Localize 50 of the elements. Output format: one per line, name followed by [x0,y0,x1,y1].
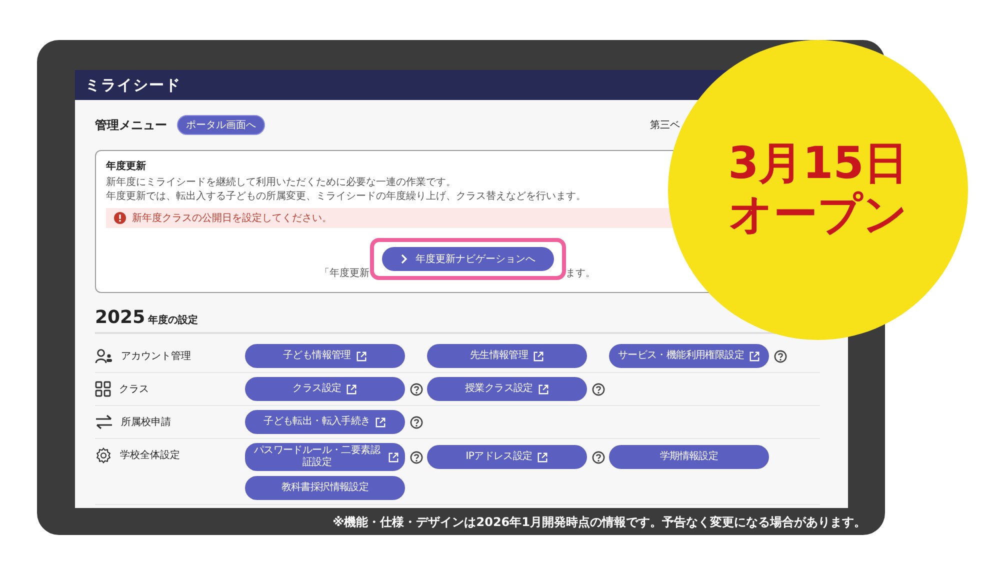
category-label: 所属校申請 [121,416,171,429]
help-icon[interactable] [410,416,423,428]
description-text: 新年度にミライシードを継続して利用いただくために必要な一連の作業です。 [106,176,457,190]
alert-icon [114,212,126,224]
external-link-icon [388,452,399,462]
swap-arrows-icon [95,414,113,430]
external-link-icon [346,384,358,394]
category-label: アカウント管理 [121,350,191,363]
disclaimer-text: ※機能・仕様・デザインは2026年1月開発時点の情報です。予告なく変更になる場合があります。 [332,514,866,531]
page-title: 管理メニュー [95,116,167,134]
section-title: 年度の設定 [148,313,198,327]
help-icon[interactable] [410,450,423,464]
users-icon [95,348,113,364]
external-link-icon [375,416,386,428]
settings-button[interactable]: 子ども情報管理 [245,344,405,368]
logo: ミライシード [85,76,181,94]
card-title: 年度更新 [106,159,147,173]
alert-text: 新年度クラスの公開日を設定してください。 [132,212,332,225]
school-name: 第三ベ [650,119,680,132]
settings-button[interactable]: パスワードルール・二要素認証設定 [245,443,405,471]
external-link-icon [749,350,760,362]
note-text: ます。 [566,267,596,280]
settings-button[interactable]: 子ども転出・転入手続き [245,410,405,434]
help-icon[interactable] [592,450,605,464]
help-icon[interactable] [774,350,787,362]
note-text: 「年度更新 [320,266,370,280]
external-link-icon [537,452,548,462]
year-heading: 2025 [95,307,146,328]
settings-button[interactable]: 教科書採択情報設定 [245,476,405,500]
settings-button[interactable]: 授業クラス設定 [427,377,587,401]
chevron-icon [400,254,408,264]
category-label: 学校全体設定 [120,448,180,462]
badge-text: オープン [728,190,908,241]
external-link-icon [356,350,367,362]
settings-icon [95,446,112,464]
help-icon[interactable] [592,382,605,396]
settings-button[interactable]: IPアドレス設定 [427,445,587,469]
settings-button[interactable]: 学期情報設定 [609,445,769,469]
help-icon[interactable] [410,382,423,396]
badge-date: 3月15日 [728,139,908,190]
grid-icon [95,381,111,397]
settings-button[interactable]: クラス設定 [245,377,405,401]
settings-button[interactable]: 先生情報管理 [427,344,587,368]
external-link-icon [538,384,549,394]
description-text: 年度更新では、転出入する子どもの所属変更、ミライシードの年度繰り上げ、クラス替えなどを行います。 [106,190,587,203]
portal-button[interactable]: ポータル画面へ [177,115,265,135]
settings-button[interactable]: サービス・機能利用権限設定 [609,344,769,368]
category-label: クラス [119,383,149,396]
external-link-icon [533,350,544,362]
navigation-button[interactable]: 年度更新ナビゲーションへ [382,247,554,271]
